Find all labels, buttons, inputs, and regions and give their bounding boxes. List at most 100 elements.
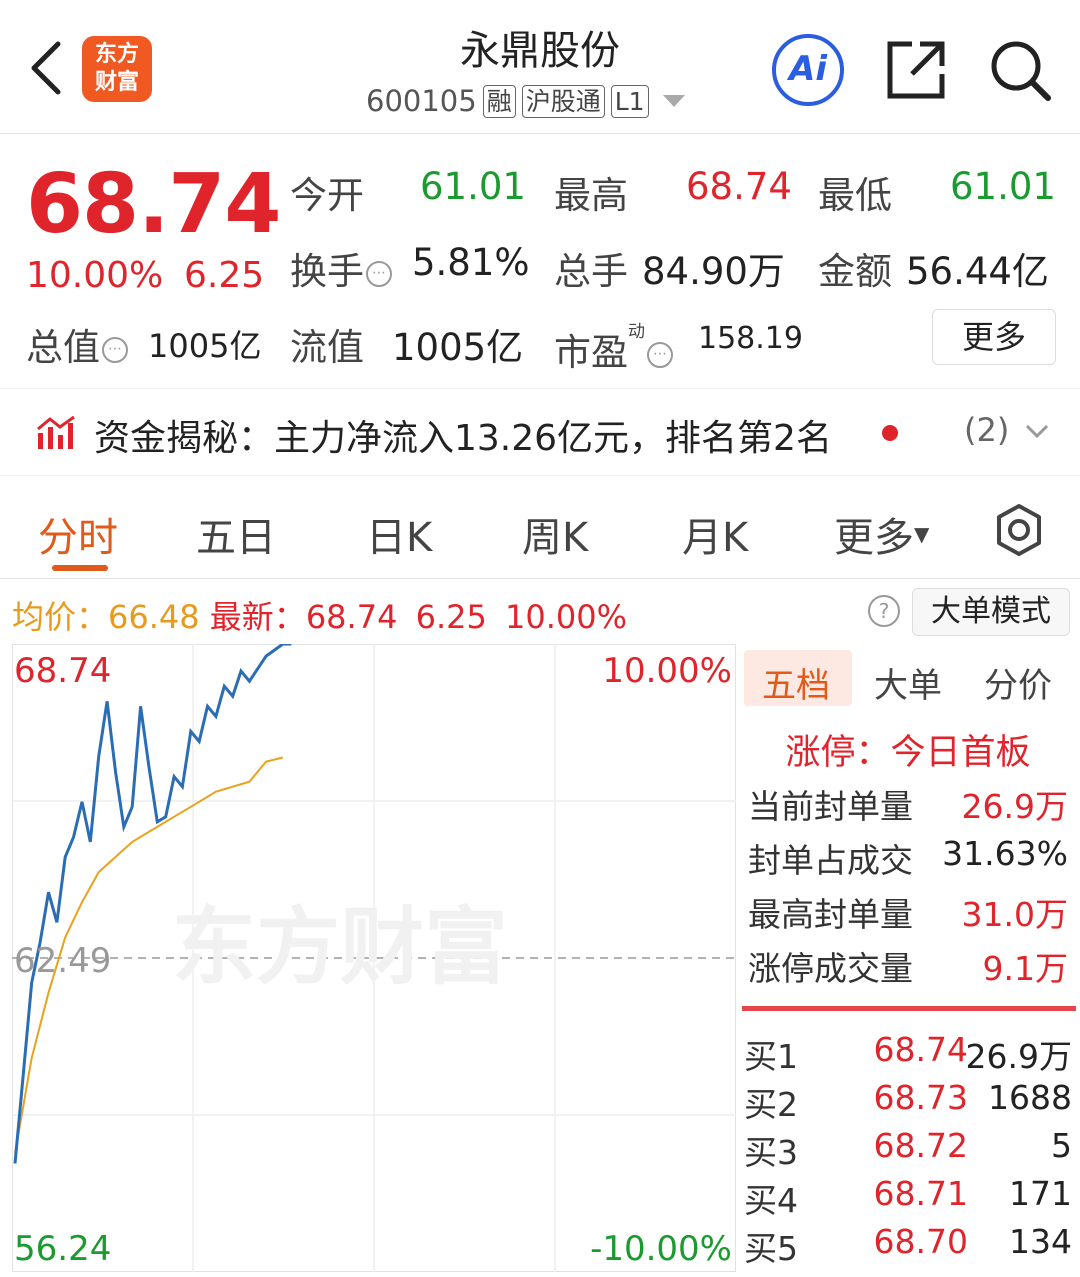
subtab-price-dist[interactable]: 分价 bbox=[984, 658, 1052, 707]
tab-weekly-k[interactable]: 周K bbox=[522, 505, 588, 563]
intraday-summary: 均价：66.48 最新：68.74 6.25 10.00% ? 大单模式 bbox=[0, 580, 1080, 642]
latest-value: 68.74 bbox=[305, 598, 398, 636]
float-value: 1005亿 bbox=[392, 326, 524, 369]
pct-label-bottom: -10.00% bbox=[590, 1229, 732, 1269]
open-label: 今开 bbox=[290, 174, 364, 217]
bid-price: 68.71 bbox=[873, 1174, 968, 1213]
bid-price: 68.73 bbox=[873, 1078, 968, 1117]
amount-label: 金额 bbox=[818, 250, 892, 293]
stock-code-row[interactable]: 600105 融 沪股通 L1 bbox=[366, 82, 689, 120]
high-label: 最高 bbox=[554, 174, 628, 217]
help-icon[interactable]: ? bbox=[868, 595, 900, 627]
turnover-label-text: 换手 bbox=[290, 250, 364, 293]
order-book-panel: 五档 大单 分价 涨停：今日首板 当前封单量 26.9万 封单占成交 31.63… bbox=[740, 644, 1080, 1277]
latest-label: 最新： bbox=[209, 598, 306, 636]
bid-label: 买1 bbox=[744, 1037, 798, 1076]
tab-more-label: 更多 bbox=[834, 515, 914, 561]
info-icon: ⋯ bbox=[647, 341, 673, 368]
stat-value: 26.9万 bbox=[961, 787, 1068, 826]
bid-label: 买5 bbox=[744, 1229, 798, 1268]
tab-more[interactable]: 更多▼ bbox=[834, 505, 929, 563]
stat-label: 最高封单量 bbox=[748, 895, 913, 934]
low-label: 最低 bbox=[818, 174, 892, 217]
red-dot-badge bbox=[882, 425, 898, 441]
share-icon[interactable] bbox=[884, 38, 948, 102]
avg-price-value: 66.48 bbox=[108, 598, 200, 636]
volume-value: 84.90万 bbox=[642, 250, 785, 293]
bid-label: 买2 bbox=[744, 1085, 798, 1124]
info-icon: ⋯ bbox=[102, 336, 128, 363]
info-icon: ⋯ bbox=[366, 260, 392, 287]
avg-price-label: 均价： bbox=[12, 598, 109, 636]
top-header: 东方 财富 永鼎股份 600105 融 沪股通 L1 Ai bbox=[0, 0, 1080, 134]
stat-value: 31.0万 bbox=[961, 895, 1068, 934]
tab-intraday[interactable]: 分时 bbox=[38, 505, 118, 563]
pe-value: 158.19 bbox=[698, 321, 803, 356]
stat-label: 封单占成交 bbox=[748, 841, 913, 880]
caret-down-icon bbox=[662, 95, 685, 107]
float-label: 流值 bbox=[290, 326, 364, 369]
bid-qty: 26.9万 bbox=[965, 1037, 1072, 1076]
latest-change: 6.25 bbox=[415, 598, 487, 636]
quote-panel: 68.74 10.00% 6.25 今开 61.01 最高 68.74 最低 6… bbox=[0, 135, 1080, 387]
bid-price: 68.74 bbox=[873, 1030, 968, 1069]
y-label-top: 68.74 bbox=[14, 651, 111, 691]
bid-qty: 5 bbox=[1051, 1126, 1072, 1165]
divider-bar bbox=[742, 1006, 1076, 1011]
tab-five-day[interactable]: 五日 bbox=[196, 505, 276, 563]
bid-price: 68.72 bbox=[873, 1126, 968, 1165]
search-icon[interactable] bbox=[988, 38, 1054, 104]
current-price: 68.74 bbox=[26, 157, 281, 252]
big-order-mode-button[interactable]: 大单模式 bbox=[912, 588, 1070, 636]
mktcap-label-text: 总值 bbox=[26, 326, 100, 369]
turnover-label[interactable]: 换手 ⋯ bbox=[290, 241, 394, 295]
mktcap-value: 1005亿 bbox=[148, 327, 262, 365]
watermark: 东方财富 bbox=[172, 898, 508, 996]
chart-tabs: 分时 五日 日K 周K 月K 更多▼ bbox=[0, 477, 1080, 579]
active-tab-underline bbox=[52, 565, 108, 571]
fund-flow-count: (2) bbox=[964, 411, 1010, 449]
high-value: 68.74 bbox=[686, 165, 792, 208]
bid-qty: 134 bbox=[1009, 1222, 1072, 1261]
pe-label[interactable]: 市盈动⋯ bbox=[554, 317, 675, 376]
fund-flow-text: 资金揭秘：主力净流入13.26亿元，排名第2名 bbox=[94, 418, 832, 459]
latest-pct: 10.00% bbox=[505, 598, 628, 636]
y-label-mid: 62.49 bbox=[14, 941, 111, 981]
summary-line: 均价：66.48 最新：68.74 6.25 10.00% bbox=[12, 592, 627, 638]
pct-label-top: 10.00% bbox=[602, 651, 732, 691]
subtab-big-orders[interactable]: 大单 bbox=[874, 658, 942, 707]
ai-assistant-icon[interactable]: Ai bbox=[772, 34, 844, 106]
pe-sup: 动 bbox=[628, 322, 645, 342]
stock-code: 600105 bbox=[366, 84, 477, 118]
chevron-down-icon bbox=[1025, 424, 1049, 439]
mktcap-label[interactable]: 总值 ⋯ bbox=[26, 317, 130, 371]
gear-icon[interactable] bbox=[992, 503, 1046, 557]
low-value: 61.01 bbox=[950, 165, 1056, 208]
bid-price: 68.70 bbox=[873, 1222, 968, 1261]
change-percent: 10.00% bbox=[26, 255, 164, 296]
intraday-chart[interactable]: 东方财富 68.74 62.49 56.24 10.00% -10.00% bbox=[11, 642, 737, 1273]
open-value: 61.01 bbox=[420, 165, 526, 208]
tab-daily-k[interactable]: 日K bbox=[366, 505, 432, 563]
stat-value: 9.1万 bbox=[982, 949, 1068, 988]
chart-canvas: 东方财富 68.74 62.49 56.24 10.00% -10.00% bbox=[11, 642, 737, 1273]
subtab-level5[interactable]: 五档 bbox=[762, 658, 830, 707]
volume-label: 总手 bbox=[554, 250, 628, 293]
turnover-value: 5.81% bbox=[412, 241, 530, 284]
tag-margin: 融 bbox=[482, 84, 516, 118]
bid-qty: 171 bbox=[1009, 1174, 1072, 1213]
stat-value: 31.63% bbox=[942, 834, 1068, 873]
bid-label: 买4 bbox=[744, 1181, 798, 1220]
change-amount: 6.25 bbox=[184, 255, 265, 296]
tag-level: L1 bbox=[610, 84, 649, 118]
stat-label: 当前封单量 bbox=[748, 787, 913, 826]
amount-value: 56.44亿 bbox=[906, 250, 1049, 293]
fund-flow-icon bbox=[37, 415, 75, 449]
more-quote-button[interactable]: 更多 bbox=[932, 309, 1056, 365]
bid-label: 买3 bbox=[744, 1133, 798, 1172]
pe-label-text: 市盈 bbox=[554, 331, 628, 374]
ai-label: Ai bbox=[789, 49, 827, 89]
caret-down-icon: ▼ bbox=[914, 522, 930, 546]
fund-flow-bar[interactable]: 资金揭秘：主力净流入13.26亿元，排名第2名 (2) bbox=[0, 388, 1080, 476]
tab-monthly-k[interactable]: 月K bbox=[682, 505, 748, 563]
